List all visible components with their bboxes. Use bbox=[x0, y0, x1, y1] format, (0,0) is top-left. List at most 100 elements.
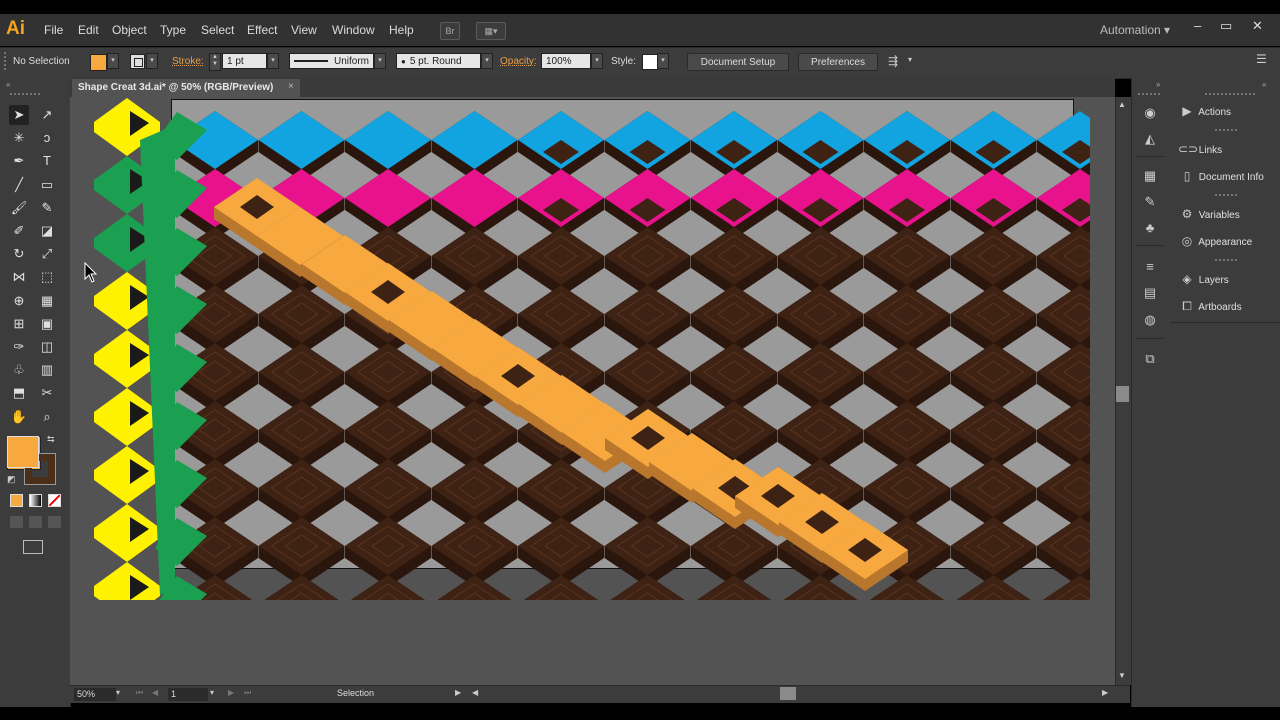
status-menu-icon[interactable]: ▶ bbox=[455, 688, 461, 697]
arrange-icon[interactable]: ⇶ bbox=[888, 54, 898, 68]
current-tool-status[interactable]: Selection bbox=[337, 688, 374, 698]
panel-grip[interactable] bbox=[1215, 194, 1239, 196]
close-tab-icon[interactable]: × bbox=[288, 81, 294, 92]
stroke-dropdown[interactable]: ▾ bbox=[146, 53, 158, 69]
slice-tool[interactable]: ✂ bbox=[37, 383, 57, 403]
last-artboard-icon[interactable]: ⏭ bbox=[244, 688, 251, 698]
transparency-icon[interactable]: ◍ bbox=[1141, 311, 1159, 329]
blend-tool[interactable]: ◫ bbox=[37, 337, 57, 357]
arrange-documents-button[interactable]: ▦▾ bbox=[476, 22, 506, 40]
brushes-icon[interactable]: ✎ bbox=[1141, 193, 1159, 211]
variable-width-profile[interactable]: Uniform bbox=[289, 53, 374, 69]
minimize-button[interactable]: – bbox=[1194, 18, 1201, 33]
previous-artboard-icon[interactable]: ◀ bbox=[152, 688, 158, 697]
hand-tool[interactable]: ✋ bbox=[9, 407, 29, 427]
opacity-label[interactable]: Opacity: bbox=[500, 56, 537, 67]
opacity-dropdown[interactable]: ▾ bbox=[591, 53, 603, 69]
rotate-tool[interactable]: ↻ bbox=[9, 244, 29, 264]
style-dropdown[interactable]: ▾ bbox=[657, 53, 669, 69]
graphic-style-swatch[interactable] bbox=[642, 54, 658, 70]
change-screen-mode-icon[interactable] bbox=[23, 540, 43, 554]
panel-layers[interactable]: ◈ Layers bbox=[1178, 268, 1278, 290]
fill-dropdown[interactable]: ▾ bbox=[107, 53, 119, 69]
menu-window[interactable]: Window bbox=[332, 23, 375, 37]
first-artboard-icon[interactable]: ⏮ bbox=[136, 688, 143, 698]
panel-links[interactable]: ⊂⊃ Links bbox=[1178, 138, 1278, 160]
draw-behind-icon[interactable] bbox=[29, 516, 42, 528]
default-fill-stroke-icon[interactable]: ◩ bbox=[7, 474, 16, 485]
panel-grip[interactable] bbox=[1215, 259, 1239, 261]
workspace-switcher[interactable]: Automation ▾ bbox=[1100, 23, 1170, 37]
collapse-icon[interactable]: » bbox=[1156, 80, 1160, 89]
column-graph-tool[interactable]: ▥ bbox=[37, 360, 57, 380]
pen-tool[interactable]: ✒ bbox=[9, 151, 29, 171]
preferences-button[interactable]: Preferences bbox=[798, 53, 878, 71]
scroll-down-icon[interactable]: ▼ bbox=[1118, 671, 1126, 680]
color-guide-icon[interactable]: ◭ bbox=[1141, 130, 1159, 148]
type-tool[interactable]: T bbox=[37, 151, 57, 171]
symbol-sprayer-tool[interactable]: ♧ bbox=[9, 360, 29, 380]
menu-effect[interactable]: Effect bbox=[247, 23, 277, 37]
none-mode-icon[interactable] bbox=[48, 494, 61, 507]
menu-object[interactable]: Object bbox=[112, 23, 147, 37]
document-setup-button[interactable]: Document Setup bbox=[687, 53, 789, 71]
gradient-icon[interactable]: ▤ bbox=[1141, 284, 1159, 302]
stroke-icon[interactable]: ≡ bbox=[1141, 258, 1159, 276]
brush-dropdown[interactable]: ▾ bbox=[481, 53, 493, 69]
eyedropper-tool[interactable]: ✑ bbox=[9, 337, 29, 357]
chevron-down-icon[interactable]: ▾ bbox=[908, 55, 912, 64]
magic-wand-tool[interactable]: ✳ bbox=[9, 128, 29, 148]
vertical-scroll-thumb[interactable] bbox=[1116, 386, 1129, 402]
control-bar-grip[interactable] bbox=[4, 52, 6, 72]
gradient-tool[interactable]: ▣ bbox=[37, 314, 57, 334]
menu-help[interactable]: Help bbox=[389, 23, 414, 37]
free-transform-tool[interactable]: ⬚ bbox=[37, 267, 57, 287]
menu-file[interactable]: File bbox=[44, 23, 63, 37]
collapse-icon[interactable]: « bbox=[6, 80, 10, 89]
panel-menu-icon[interactable]: ☰ bbox=[1256, 52, 1267, 66]
swatches-icon[interactable]: ▦ bbox=[1141, 167, 1159, 185]
scroll-right-icon[interactable]: ▶ bbox=[1102, 688, 1108, 697]
draw-inside-icon[interactable] bbox=[48, 516, 61, 528]
collapse-panels-icon[interactable]: « bbox=[1262, 80, 1266, 89]
close-window-button[interactable]: ✕ bbox=[1252, 18, 1263, 34]
mesh-tool[interactable]: ⊞ bbox=[9, 314, 29, 334]
opacity-field[interactable]: 100% bbox=[541, 53, 591, 69]
eraser-tool[interactable]: ◪ bbox=[37, 221, 57, 241]
swap-fill-stroke-icon[interactable]: ⇆ bbox=[47, 434, 55, 445]
line-tool[interactable]: ╱ bbox=[9, 175, 29, 195]
panel-actions[interactable]: ▶ Actions bbox=[1178, 100, 1278, 122]
panel-artboards[interactable]: ⧠ Artboards bbox=[1178, 295, 1278, 317]
perspective-grid-tool[interactable]: ▦ bbox=[37, 291, 57, 311]
width-tool[interactable]: ⋈ bbox=[9, 267, 29, 287]
zoom-dropdown-icon[interactable]: ▾ bbox=[116, 688, 120, 697]
fill-swatch-front[interactable] bbox=[7, 436, 39, 468]
artboard-tool[interactable]: ⬒ bbox=[9, 383, 29, 403]
bridge-button[interactable]: Br bbox=[440, 22, 460, 40]
brush-definition[interactable]: ● 5 pt. Round bbox=[396, 53, 481, 69]
artboard-number-field[interactable]: 1 bbox=[168, 688, 208, 701]
restore-button[interactable]: ▭ bbox=[1220, 18, 1232, 34]
stroke-label[interactable]: Stroke: bbox=[172, 56, 204, 67]
graphic-styles-icon[interactable]: ⧉ bbox=[1141, 350, 1159, 368]
gradient-mode-icon[interactable] bbox=[29, 494, 42, 507]
menu-select[interactable]: Select bbox=[201, 23, 234, 37]
stroke-color-swatch[interactable] bbox=[130, 54, 145, 69]
shape-builder-tool[interactable]: ⊕ bbox=[9, 291, 29, 311]
draw-normal-icon[interactable] bbox=[10, 516, 23, 528]
scale-tool[interactable]: ⤢ bbox=[37, 244, 57, 264]
stroke-weight-stepper[interactable]: ▲ ▼ bbox=[209, 53, 221, 71]
blob-brush-tool[interactable]: ✐ bbox=[9, 221, 29, 241]
direct-selection-tool[interactable]: ↗ bbox=[37, 105, 57, 125]
menu-view[interactable]: View bbox=[291, 23, 317, 37]
tools-grip[interactable] bbox=[10, 93, 40, 95]
profile-dropdown[interactable]: ▾ bbox=[374, 53, 386, 69]
scroll-left-icon[interactable]: ◀ bbox=[472, 688, 478, 697]
panel-grip[interactable] bbox=[1215, 129, 1239, 131]
stroke-weight-dropdown[interactable]: ▾ bbox=[267, 53, 279, 69]
paintbrush-tool[interactable]: 🖌 bbox=[9, 198, 29, 218]
stroke-weight-field[interactable]: 1 pt bbox=[222, 53, 267, 69]
fill-color-swatch[interactable] bbox=[90, 54, 107, 71]
lasso-tool[interactable]: ↄ bbox=[37, 128, 57, 148]
menu-type[interactable]: Type bbox=[160, 23, 186, 37]
